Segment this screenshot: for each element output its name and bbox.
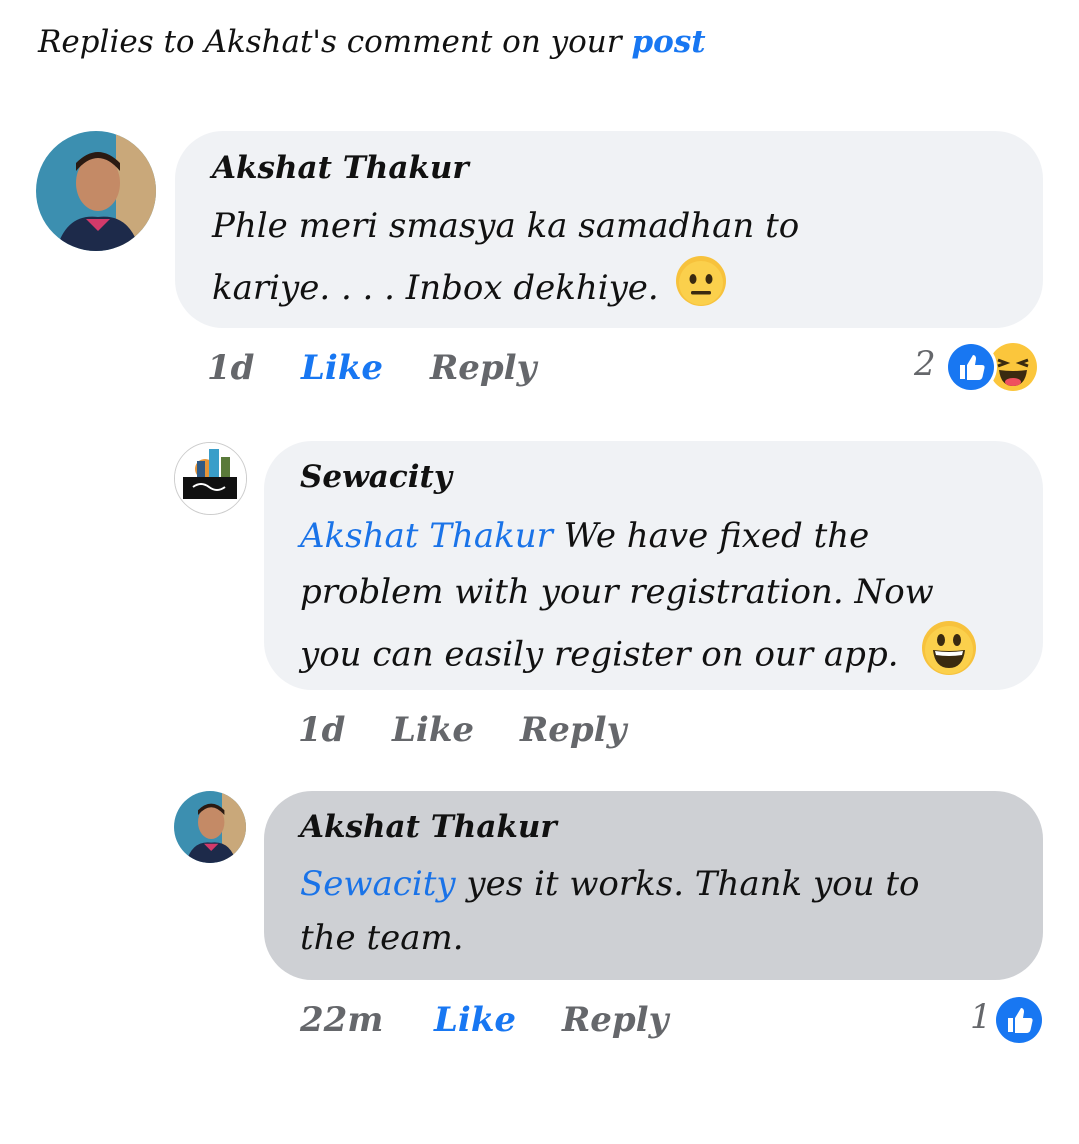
reply-time: 22m: [300, 1000, 384, 1040]
reactions[interactable]: [944, 340, 1048, 394]
reply-text: Sewacity yes it works. Thank you to the …: [300, 857, 1040, 965]
reply-line-text: you can easily register on our app.: [300, 634, 899, 675]
avatar-sewacity[interactable]: [174, 442, 247, 515]
reply-line-2: problem with your registration. Now: [300, 572, 934, 612]
reply-line-2: the team.: [300, 918, 464, 958]
like-button[interactable]: Like: [434, 1000, 516, 1040]
reply-time: 1d: [298, 710, 346, 750]
reply-line: Akshat Thakur We have fixed the: [300, 508, 1040, 564]
avatar-akshat[interactable]: [174, 791, 246, 863]
avatar-akshat[interactable]: [36, 131, 156, 251]
grinning-face-icon: [921, 620, 977, 693]
comment-line-2: kariye. . . . Inbox dekhiye.: [212, 255, 1032, 325]
comment-line-text: kariye. . . . Inbox dekhiye.: [212, 268, 659, 308]
reply-button[interactable]: Reply: [520, 710, 626, 750]
reply-line-text: yes it works. Thank you to: [455, 864, 920, 904]
reply-line-text: We have fixed the: [552, 516, 870, 556]
post-link[interactable]: post: [631, 24, 705, 60]
comment-line: Phle meri smasya ka samadhan to: [212, 206, 800, 246]
mention-link[interactable]: Akshat Thakur: [300, 516, 553, 556]
reply-line: Sewacity yes it works. Thank you to: [300, 857, 1040, 911]
comment-author[interactable]: Akshat Thakur: [212, 150, 469, 186]
like-button[interactable]: Like: [301, 348, 383, 388]
like-reaction-icon: [944, 340, 998, 398]
page-header: Replies to Akshat's comment on your post: [38, 24, 706, 60]
reply-button[interactable]: Reply: [430, 348, 536, 388]
reply-author[interactable]: Sewacity: [300, 459, 452, 495]
reply-text: Akshat Thakur We have fixed the problem …: [300, 508, 1040, 693]
reaction-count[interactable]: 2: [914, 344, 936, 384]
like-button[interactable]: Like: [392, 710, 474, 750]
reply-button[interactable]: Reply: [562, 1000, 668, 1040]
comment-time: 1d: [207, 348, 255, 388]
mention-link[interactable]: Sewacity: [300, 864, 456, 904]
header-text: Replies to Akshat's comment on your: [38, 24, 622, 60]
reply-line-3: you can easily register on our app.: [300, 620, 1040, 693]
reply-author[interactable]: Akshat Thakur: [300, 809, 557, 845]
like-reaction-icon[interactable]: [992, 993, 1046, 1051]
neutral-face-icon: [675, 255, 727, 325]
comment-text: Phle meri smasya ka samadhan to kariye. …: [212, 197, 1032, 325]
reaction-count[interactable]: 1: [970, 997, 992, 1037]
